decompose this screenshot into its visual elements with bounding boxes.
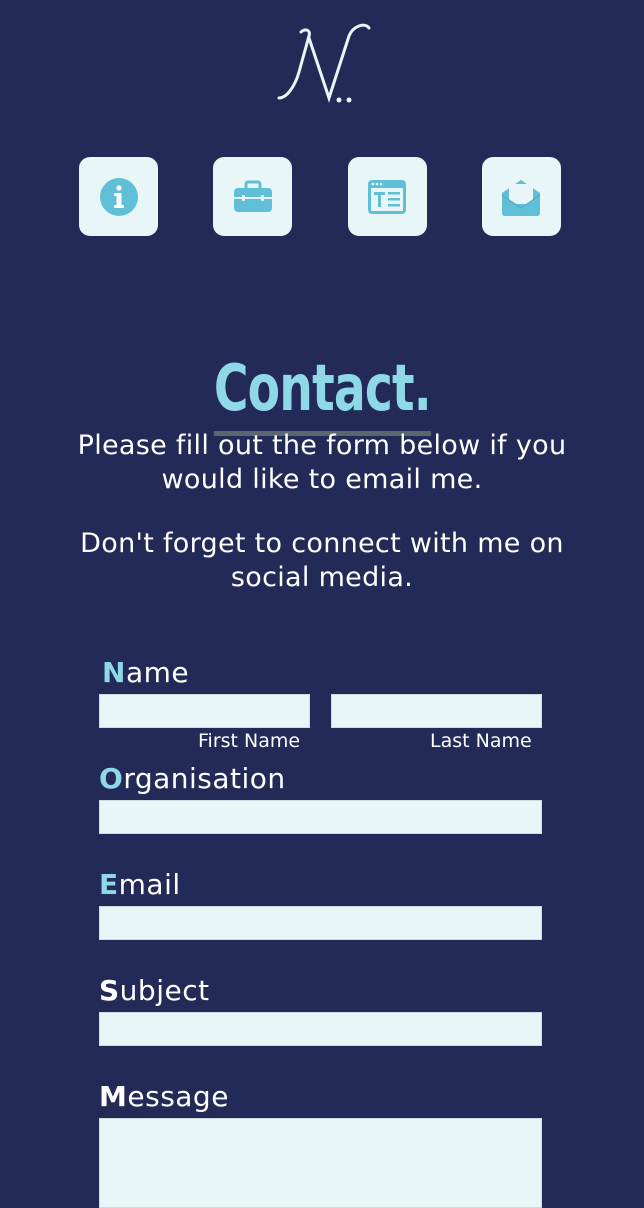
message-label-rest: essage	[127, 1080, 229, 1113]
subject-input[interactable]	[99, 1012, 542, 1046]
briefcase-icon	[233, 180, 272, 212]
first-name-sublabel: First Name	[198, 730, 301, 752]
nav-contact-button[interactable]	[481, 157, 561, 236]
main-nav	[79, 157, 561, 236]
info-icon	[99, 177, 138, 216]
envelope-open-icon	[502, 179, 541, 216]
name-label: Name	[102, 656, 189, 690]
nav-portfolio-button[interactable]	[213, 157, 293, 236]
message-label: Message	[99, 1080, 229, 1114]
page-title: Contact.	[213, 348, 431, 436]
organisation-label-initial: O	[99, 762, 124, 795]
email-label-rest: mail	[118, 868, 181, 901]
email-label: Email	[99, 868, 181, 902]
organisation-label: Organisation	[99, 762, 286, 796]
name-label-rest: ame	[125, 656, 190, 689]
subject-label-rest: ubject	[119, 974, 210, 1007]
message-textarea[interactable]	[99, 1118, 542, 1208]
site-logo[interactable]	[0, 14, 644, 114]
message-label-initial: M	[99, 1080, 128, 1113]
organisation-input[interactable]	[99, 800, 542, 834]
organisation-label-rest: rganisation	[123, 762, 286, 795]
email-input[interactable]	[99, 906, 542, 940]
last-name-input[interactable]	[331, 694, 542, 728]
subject-label-initial: S	[99, 974, 120, 1007]
social-reminder-text: Don't forget to connect with me on socia…	[80, 528, 564, 593]
subject-label: Subject	[99, 974, 210, 1008]
nav-about-button[interactable]	[79, 157, 158, 236]
last-name-sublabel: Last Name	[430, 730, 532, 752]
logo-monogram-icon	[277, 23, 371, 103]
email-label-initial: E	[99, 868, 119, 901]
article-icon	[368, 179, 407, 214]
intro-text: Please fill out the form below if you wo…	[77, 430, 567, 495]
name-label-initial: N	[102, 656, 126, 689]
first-name-input[interactable]	[99, 694, 310, 728]
nav-blog-button[interactable]	[347, 157, 427, 236]
